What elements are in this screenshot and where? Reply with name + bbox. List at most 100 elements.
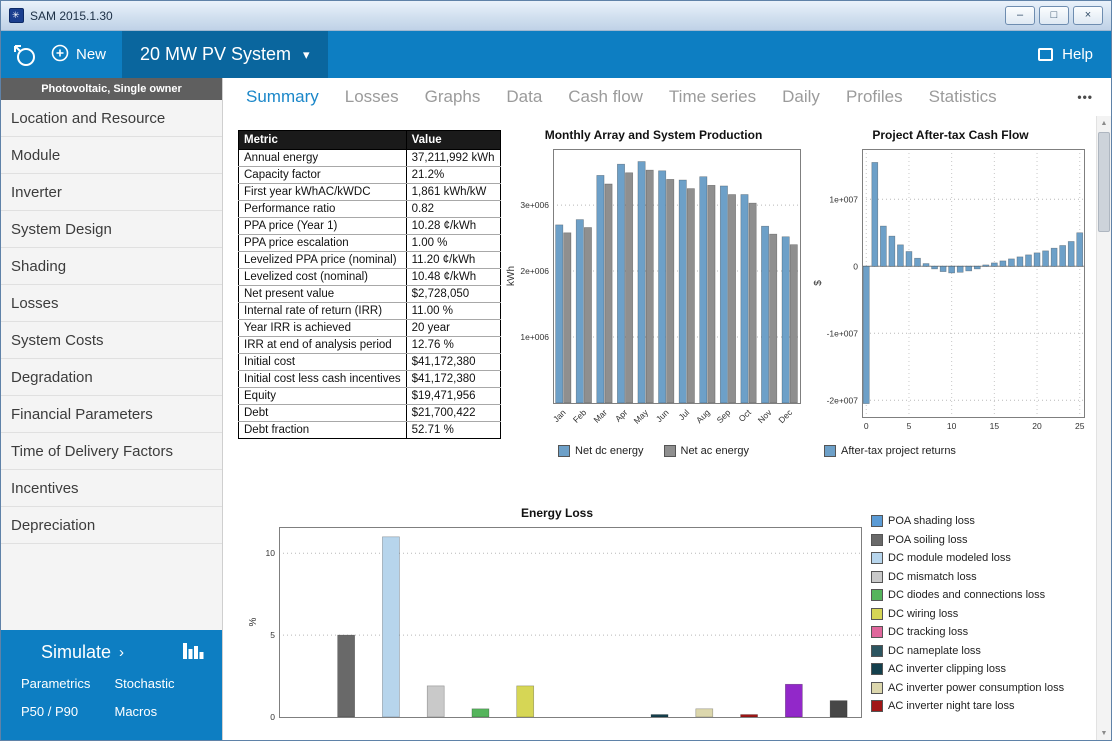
metric-value: 1.00 %: [406, 235, 500, 252]
legend-swatch: [664, 445, 676, 457]
metric-value: 37,211,992 kWh: [406, 150, 500, 167]
cash-flow-plot: 05101520251e+0070-1e+007-2e+007$: [808, 143, 1093, 443]
metric-row: Initial cost less cash incentives$41,172…: [239, 371, 501, 388]
svg-text:Jul: Jul: [676, 407, 691, 422]
legend-label: DC wiring loss: [888, 608, 958, 620]
close-button[interactable]: ×: [1073, 6, 1103, 25]
tab-statistics[interactable]: Statistics: [916, 87, 1010, 107]
metrics-body: Annual energy37,211,992 kWhCapacity fact…: [239, 150, 501, 439]
sidebar-item-losses[interactable]: Losses: [1, 285, 222, 322]
metric-value: 52.71 %: [406, 422, 500, 439]
vertical-scrollbar[interactable]: ▲ ▼: [1096, 116, 1111, 740]
histogram-icon[interactable]: [182, 639, 206, 666]
tab-time-series[interactable]: Time series: [656, 87, 769, 107]
tabs-overflow-button[interactable]: •••: [1077, 78, 1093, 116]
legend-item: AC inverter power consumption loss: [871, 679, 1064, 698]
metric-label: Capacity factor: [239, 167, 407, 184]
new-project-button[interactable]: New: [51, 44, 106, 66]
svg-text:Nov: Nov: [756, 407, 774, 425]
tab-graphs[interactable]: Graphs: [412, 87, 494, 107]
legend-label: AC inverter night tare loss: [888, 700, 1015, 712]
minimize-button[interactable]: –: [1005, 6, 1035, 25]
window-title: SAM 2015.1.30: [30, 9, 113, 23]
scroll-up-arrow[interactable]: ▲: [1097, 116, 1111, 130]
svg-text:Aug: Aug: [694, 407, 712, 425]
scroll-down-arrow[interactable]: ▼: [1097, 726, 1111, 740]
metric-value: $41,172,380: [406, 354, 500, 371]
sidebar-nav: Location and ResourceModuleInverterSyste…: [1, 100, 222, 544]
stochastic-button[interactable]: Stochastic: [115, 676, 209, 691]
metrics-col-metric: Metric: [239, 131, 407, 150]
help-button[interactable]: Help: [1038, 46, 1093, 63]
legend-label: AC inverter power consumption loss: [888, 682, 1064, 694]
sidebar-item-system-design[interactable]: System Design: [1, 211, 222, 248]
tab-cash-flow[interactable]: Cash flow: [555, 87, 656, 107]
svg-text:kWh: kWh: [506, 266, 517, 286]
p50-p90-button[interactable]: P50 / P90: [21, 704, 115, 719]
tab-data[interactable]: Data: [493, 87, 555, 107]
metric-row: First year kWhAC/kWDC1,861 kWh/kW: [239, 184, 501, 201]
tab-summary[interactable]: Summary: [233, 87, 332, 107]
app-window: SAM 2015.1.30 – □ × New 20 MW PV System: [0, 0, 1112, 741]
legend-swatch: [871, 700, 883, 712]
metric-value: $41,172,380: [406, 371, 500, 388]
sidebar-item-depreciation[interactable]: Depreciation: [1, 507, 222, 544]
legend-item: Net ac energy: [664, 445, 749, 457]
tab-daily[interactable]: Daily: [769, 87, 833, 107]
metric-label: Performance ratio: [239, 201, 407, 218]
legend-label: DC diodes and connections loss: [888, 589, 1045, 601]
sidebar-item-shading[interactable]: Shading: [1, 248, 222, 285]
project-case-tab[interactable]: 20 MW PV System ▾: [122, 31, 328, 78]
metric-label: IRR at end of analysis period: [239, 337, 407, 354]
sidebar-item-location-and-resource[interactable]: Location and Resource: [1, 100, 222, 137]
svg-text:$: $: [813, 280, 824, 286]
chevron-down-icon: ▾: [303, 47, 310, 63]
metric-row: Debt fraction52.71 %: [239, 422, 501, 439]
legend-swatch: [871, 645, 883, 657]
metric-value: 11.00 %: [406, 303, 500, 320]
tab-bar-items: SummaryLossesGraphsDataCash flowTime ser…: [233, 87, 1010, 107]
svg-text:Sep: Sep: [715, 407, 733, 425]
tab-profiles[interactable]: Profiles: [833, 87, 916, 107]
svg-text:Jun: Jun: [654, 407, 671, 424]
legend-label: POA shading loss: [888, 515, 975, 527]
svg-text:5: 5: [907, 421, 912, 431]
simulate-button[interactable]: Simulate ›: [41, 642, 124, 663]
svg-text:%: %: [248, 617, 259, 626]
metric-label: Net present value: [239, 286, 407, 303]
sidebar-item-degradation[interactable]: Degradation: [1, 359, 222, 396]
parametrics-button[interactable]: Parametrics: [21, 676, 115, 691]
sidebar-item-incentives[interactable]: Incentives: [1, 470, 222, 507]
sidebar-item-financial-parameters[interactable]: Financial Parameters: [1, 396, 222, 433]
svg-text:-2e+007: -2e+007: [827, 395, 859, 405]
metric-value: 12.76 %: [406, 337, 500, 354]
tab-losses[interactable]: Losses: [332, 87, 412, 107]
metric-label: Annual energy: [239, 150, 407, 167]
metric-label: Debt fraction: [239, 422, 407, 439]
chart-title: Energy Loss: [243, 506, 871, 521]
metric-value: 21.2%: [406, 167, 500, 184]
legend-swatch: [871, 552, 883, 564]
monthly-production-chart: Monthly Array and System Production 1e+0…: [501, 128, 806, 457]
legend-item: DC tracking loss: [871, 623, 1064, 642]
metric-row: Equity$19,471,956: [239, 388, 501, 405]
legend-swatch: [871, 515, 883, 527]
svg-text:Apr: Apr: [613, 407, 630, 424]
scrollbar-thumb[interactable]: [1098, 132, 1110, 232]
sidebar-item-inverter[interactable]: Inverter: [1, 174, 222, 211]
metric-row: Performance ratio0.82: [239, 201, 501, 218]
sidebar-item-system-costs[interactable]: System Costs: [1, 322, 222, 359]
metric-label: Levelized PPA price (nominal): [239, 252, 407, 269]
metric-label: Initial cost less cash incentives: [239, 371, 407, 388]
metric-row: Levelized PPA price (nominal)11.20 ¢/kWh: [239, 252, 501, 269]
sidebar-item-time-of-delivery-factors[interactable]: Time of Delivery Factors: [1, 433, 222, 470]
svg-text:15: 15: [990, 421, 1000, 431]
sidebar-item-module[interactable]: Module: [1, 137, 222, 174]
metric-value: 20 year: [406, 320, 500, 337]
macros-button[interactable]: Macros: [115, 704, 209, 719]
simulate-label: Simulate: [41, 642, 111, 663]
legend-label: DC nameplate loss: [888, 645, 981, 657]
legend-item: AC inverter night tare loss: [871, 697, 1064, 716]
maximize-button[interactable]: □: [1039, 6, 1069, 25]
energy-loss-legend: POA shading lossPOA soiling lossDC modul…: [871, 512, 1064, 716]
